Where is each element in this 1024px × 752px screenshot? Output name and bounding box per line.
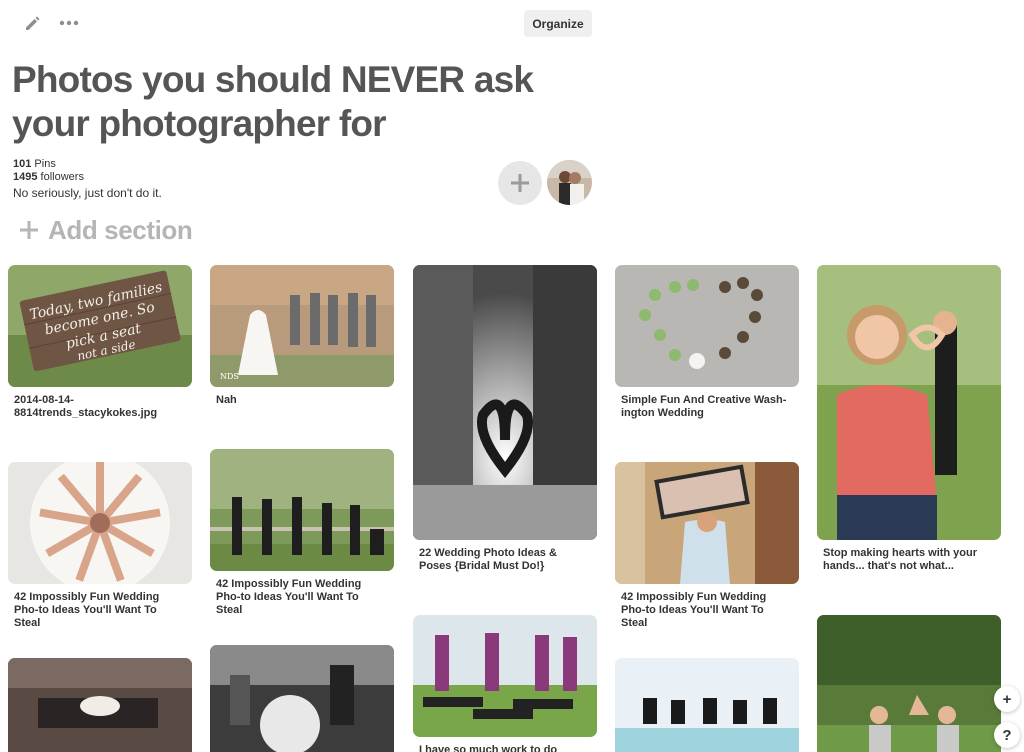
pin-card[interactable]: Simple Fun And Creative Wash-ington Wedd…	[615, 265, 799, 420]
pins-label: Pins	[34, 158, 56, 170]
pin-card[interactable]	[615, 658, 799, 752]
pin-caption: Nah	[216, 394, 237, 406]
more-options-button[interactable]	[55, 10, 83, 36]
help-button[interactable]: ?	[994, 722, 1020, 748]
board-stats: 101 Pins 1495 followers	[13, 158, 84, 184]
add-collaborator-button[interactable]	[498, 161, 542, 205]
edit-board-button[interactable]	[19, 10, 47, 36]
pin-image[interactable]	[817, 265, 1001, 540]
pin-card[interactable]: Stop making hearts with your hands... th…	[817, 265, 1001, 573]
pin-image[interactable]	[210, 645, 394, 752]
pin-card[interactable]: 42 Impossibly Fun Wedding Pho-to Ideas Y…	[8, 462, 192, 630]
followers-count[interactable]: 1495	[13, 171, 37, 183]
pin-card[interactable]: NDS Nah	[210, 265, 394, 407]
pin-image[interactable]	[615, 265, 799, 387]
pin-image[interactable]	[8, 658, 192, 752]
followers-label[interactable]: followers	[41, 171, 84, 183]
ellipsis-icon	[59, 20, 79, 26]
pin-card[interactable]	[8, 658, 192, 752]
pin-caption: 42 Impossibly Fun Wedding Pho-to Ideas Y…	[621, 591, 767, 629]
pin-image[interactable]	[8, 462, 192, 584]
add-section-button[interactable]: Add section	[18, 212, 193, 248]
pin-image[interactable]	[210, 449, 394, 571]
pin-image[interactable]: Today, two families become one. So pick …	[8, 265, 192, 387]
plus-icon	[20, 221, 38, 239]
couple-avatar-image	[547, 160, 592, 205]
pin-image[interactable]: NDS	[210, 265, 394, 387]
pins-count: 101	[13, 158, 32, 170]
pin-caption: 42 Impossibly Fun Wedding Pho-to Ideas Y…	[14, 591, 160, 629]
pin-card[interactable]	[817, 615, 1001, 752]
pin-image[interactable]	[413, 615, 597, 737]
organize-button[interactable]: Organize	[524, 10, 592, 37]
pin-caption: Simple Fun And Creative Wash-ington Wedd…	[621, 394, 787, 419]
svg-text:NDS: NDS	[220, 372, 239, 381]
add-pin-button[interactable]: +	[994, 686, 1020, 712]
board-toolbar: Organize	[0, 0, 600, 46]
pin-image[interactable]	[615, 658, 799, 752]
pin-card[interactable]: 42 Impossibly Fun Wedding Pho-to Ideas Y…	[210, 449, 394, 617]
pin-caption: 42 Impossibly Fun Wedding Pho-to Ideas Y…	[216, 578, 362, 616]
pin-card[interactable]: I have so much work to do	[413, 615, 597, 752]
pin-caption: 22 Wedding Photo Ideas & Poses {Bridal M…	[419, 547, 557, 572]
pin-image[interactable]	[413, 265, 597, 540]
pin-caption: Stop making hearts with your hands... th…	[823, 547, 978, 572]
pin-image[interactable]	[817, 615, 1001, 752]
add-section-label: Add section	[48, 214, 193, 245]
plus-icon	[511, 174, 529, 192]
board-description: No seriously, just don't do it.	[13, 186, 162, 200]
board-title: Photos you should NEVER ask your photogr…	[12, 59, 534, 144]
pin-caption: 2014-08-14- 8814trends_stacykokes.jpg	[14, 394, 158, 419]
pin-card[interactable]: 42 Impossibly Fun Wedding Pho-to Ideas Y…	[615, 462, 799, 630]
avatar[interactable]	[547, 160, 592, 205]
pencil-icon	[26, 16, 40, 30]
pin-card[interactable]	[210, 645, 394, 752]
pin-card[interactable]: 22 Wedding Photo Ideas & Poses {Bridal M…	[413, 265, 597, 573]
pin-image[interactable]	[615, 462, 799, 584]
pin-caption: I have so much work to do	[419, 744, 558, 752]
pin-card[interactable]: Today, two families become one. So pick …	[8, 265, 192, 420]
